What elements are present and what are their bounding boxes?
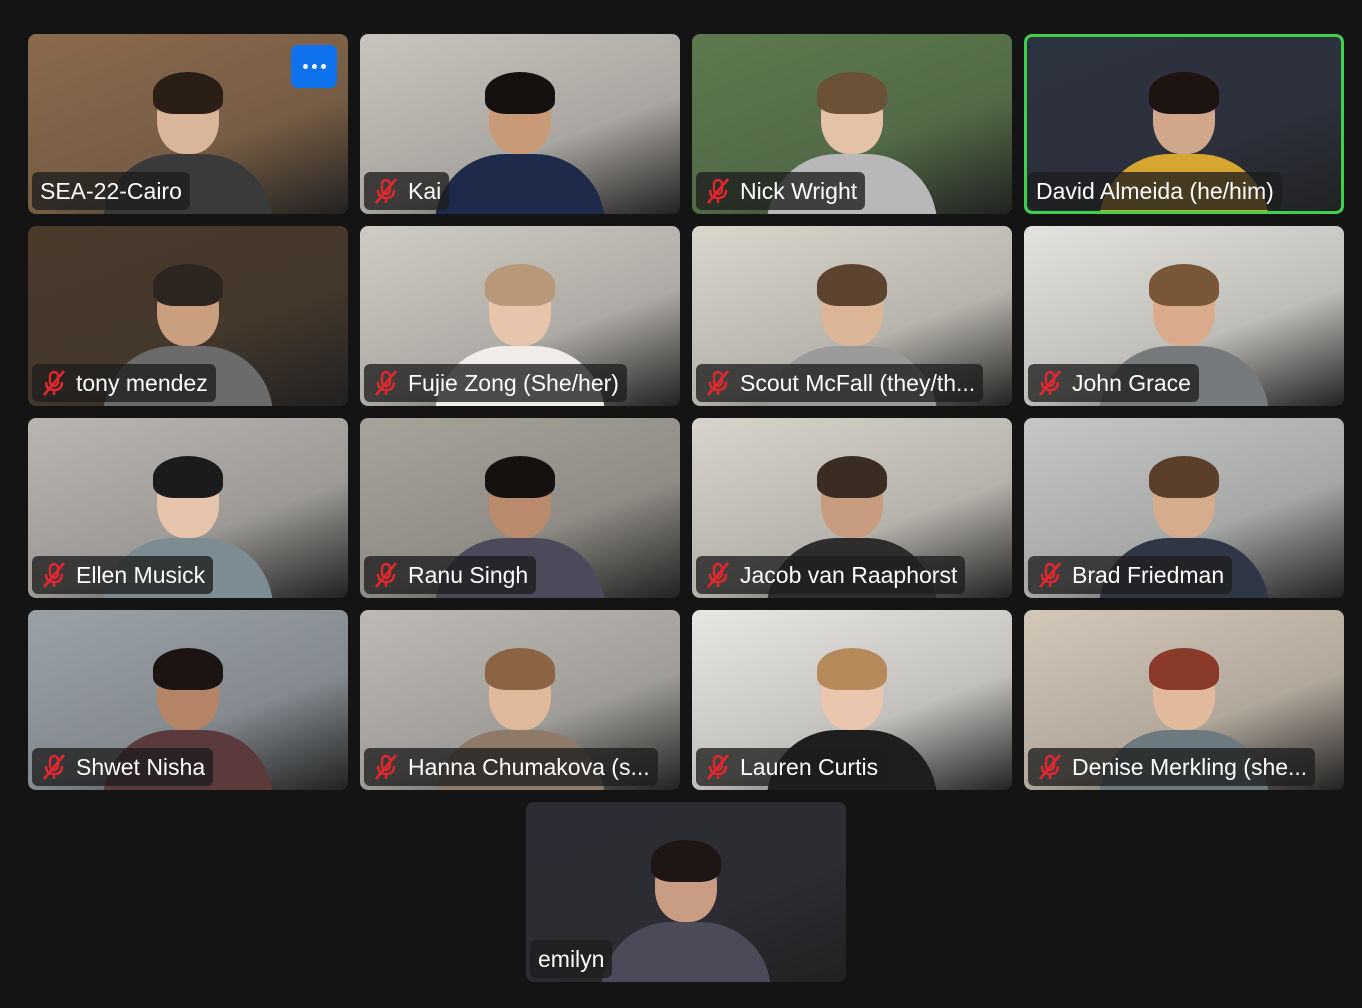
participant-name: Jacob van Raaphorst — [740, 562, 958, 588]
participant-silhouette — [435, 64, 605, 214]
mic-muted-icon — [707, 178, 729, 204]
participant-nameplate: Scout McFall (they/th... — [696, 364, 984, 402]
participant-name: Shwet Nisha — [76, 754, 206, 780]
participant-name: Nick Wright — [740, 178, 858, 204]
participant-tile[interactable]: Nick Wright — [692, 34, 1012, 214]
mic-muted-icon — [375, 178, 397, 204]
participant-nameplate: SEA-22-Cairo — [32, 172, 190, 210]
mic-muted-icon — [375, 562, 397, 588]
participant-nameplate: Brad Friedman — [1028, 556, 1233, 594]
participant-hair — [1149, 72, 1219, 114]
mic-muted-icon — [43, 370, 65, 396]
participant-hair — [817, 72, 887, 114]
participant-tile[interactable]: Hanna Chumakova (s... — [360, 610, 680, 790]
participant-tile[interactable]: Jacob van Raaphorst — [692, 418, 1012, 598]
participant-name: Ranu Singh — [408, 562, 529, 588]
participant-hair — [485, 648, 555, 690]
mic-muted-icon — [707, 754, 729, 780]
participant-name: Lauren Curtis — [740, 754, 879, 780]
participant-tile[interactable]: Shwet Nisha — [28, 610, 348, 790]
mic-muted-icon — [375, 754, 397, 780]
gallery-view: SEA-22-Cairo Kai Nick Wright David Almei… — [0, 0, 1362, 1008]
participant-hair — [651, 840, 721, 882]
participant-nameplate: Hanna Chumakova (s... — [364, 748, 658, 786]
participant-nameplate: Lauren Curtis — [696, 748, 887, 786]
mic-muted-icon — [43, 562, 65, 588]
participant-nameplate: John Grace — [1028, 364, 1199, 402]
participant-body — [435, 154, 605, 214]
participant-hair — [817, 456, 887, 498]
participant-tile[interactable]: tony mendez — [28, 226, 348, 406]
participant-name: Denise Merkling (she... — [1072, 754, 1308, 780]
participant-nameplate: Ranu Singh — [364, 556, 537, 594]
participant-body — [601, 922, 771, 982]
participant-tile[interactable]: Fujie Zong (She/her) — [360, 226, 680, 406]
participant-tile[interactable]: Scout McFall (they/th... — [692, 226, 1012, 406]
participant-name: emilyn — [538, 946, 605, 972]
participant-tile[interactable]: SEA-22-Cairo — [28, 34, 348, 214]
participant-nameplate: Shwet Nisha — [32, 748, 214, 786]
mic-muted-icon — [1039, 370, 1061, 396]
participant-name: Hanna Chumakova (s... — [408, 754, 650, 780]
participant-nameplate: Ellen Musick — [32, 556, 214, 594]
mic-muted-icon — [707, 562, 729, 588]
participant-nameplate: Fujie Zong (She/her) — [364, 364, 627, 402]
participant-name: tony mendez — [76, 370, 208, 396]
participant-name: Ellen Musick — [76, 562, 206, 588]
mic-muted-icon — [707, 370, 729, 396]
participant-tile[interactable]: Ellen Musick — [28, 418, 348, 598]
mic-muted-icon — [1039, 562, 1061, 588]
participant-hair — [817, 648, 887, 690]
participant-hair — [817, 264, 887, 306]
participant-name: SEA-22-Cairo — [40, 178, 182, 204]
participant-name: Kai — [408, 178, 442, 204]
participant-nameplate: Denise Merkling (she... — [1028, 748, 1316, 786]
participant-name: John Grace — [1072, 370, 1191, 396]
participant-tile[interactable]: emilyn — [526, 802, 846, 982]
participant-tile[interactable]: Kai — [360, 34, 680, 214]
participant-hair — [153, 648, 223, 690]
participant-nameplate: tony mendez — [32, 364, 216, 402]
participant-name: Brad Friedman — [1072, 562, 1225, 588]
participant-name: David Almeida (he/him) — [1036, 178, 1274, 204]
participant-tile[interactable]: John Grace — [1024, 226, 1344, 406]
participant-tile[interactable]: David Almeida (he/him) — [1024, 34, 1344, 214]
participant-hair — [153, 456, 223, 498]
participant-nameplate: Nick Wright — [696, 172, 866, 210]
participant-hair — [153, 72, 223, 114]
participant-nameplate: Jacob van Raaphorst — [696, 556, 966, 594]
participant-name: Scout McFall (they/th... — [740, 370, 976, 396]
more-options-button[interactable] — [291, 45, 337, 88]
participant-silhouette — [601, 832, 771, 982]
participant-hair — [485, 264, 555, 306]
participant-tile[interactable]: Ranu Singh — [360, 418, 680, 598]
participant-hair — [485, 72, 555, 114]
mic-muted-icon — [1039, 754, 1061, 780]
ellipsis-icon — [302, 64, 326, 69]
participant-name: Fujie Zong (She/her) — [408, 370, 619, 396]
participant-nameplate: David Almeida (he/him) — [1028, 172, 1282, 210]
participant-nameplate: Kai — [364, 172, 450, 210]
participant-nameplate: emilyn — [530, 940, 613, 978]
participant-tile[interactable]: Denise Merkling (she... — [1024, 610, 1344, 790]
mic-muted-icon — [375, 370, 397, 396]
participant-hair — [153, 264, 223, 306]
participant-hair — [1149, 456, 1219, 498]
participant-hair — [1149, 648, 1219, 690]
participant-hair — [1149, 264, 1219, 306]
participant-tile[interactable]: Brad Friedman — [1024, 418, 1344, 598]
participant-tile[interactable]: Lauren Curtis — [692, 610, 1012, 790]
participant-hair — [485, 456, 555, 498]
mic-muted-icon — [43, 754, 65, 780]
